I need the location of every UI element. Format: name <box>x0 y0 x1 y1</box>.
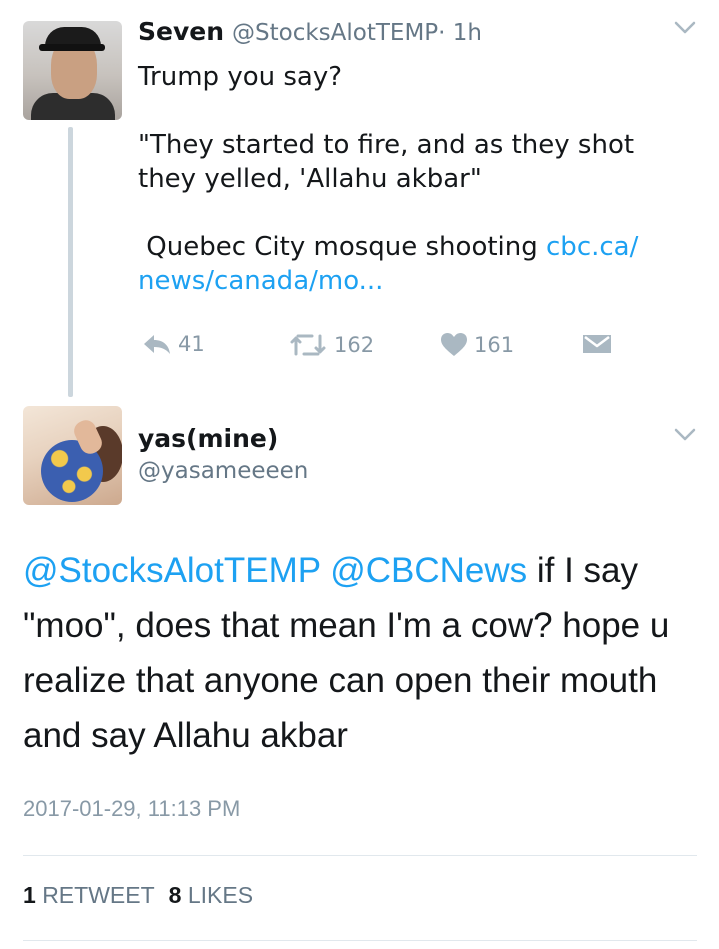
retweet-button[interactable]: 162 <box>288 332 374 358</box>
tweet1-actions: 41 162 161 <box>138 332 658 364</box>
reply-button[interactable]: 41 <box>142 332 205 356</box>
tweet1-menu-chevron-down-icon[interactable] <box>674 20 696 39</box>
mention-cbcnews[interactable]: @CBCNews <box>330 551 527 590</box>
retweet-count: 162 <box>334 333 375 357</box>
avatar-seven[interactable] <box>23 21 122 120</box>
tweet1-time: · 1h <box>438 20 483 46</box>
heart-icon <box>440 332 468 358</box>
tweet2-author-handle[interactable]: @yasameeeen <box>138 458 308 484</box>
tweet1-line3-text: Quebec City mosque shooting <box>138 232 547 262</box>
retweet-label: RETWEET <box>42 882 155 908</box>
reply-icon <box>142 332 172 356</box>
direct-message-button[interactable] <box>582 332 612 356</box>
tweet2-author-name[interactable]: yas(mine) <box>138 424 278 453</box>
avatar-yasmine[interactable] <box>23 406 122 505</box>
tweet1-author-handle[interactable]: @StocksAlotTEMP <box>232 20 438 46</box>
envelope-icon <box>582 332 612 356</box>
reply-count: 41 <box>178 332 205 356</box>
like-count: 161 <box>474 333 515 357</box>
tweet1-line1: Trump you say? <box>138 62 343 92</box>
tweet2-timestamp: 2017-01-29, 11:13 PM <box>23 796 241 821</box>
divider <box>23 940 697 941</box>
likes-stat[interactable]: 8 LIKES <box>169 882 253 908</box>
tweet1-text: Trump you say? "They started to fire, an… <box>138 60 698 298</box>
retweets-stat[interactable]: 1 RETWEET <box>23 882 155 908</box>
mention-stocksalottemp[interactable]: @StocksAlotTEMP <box>23 551 320 590</box>
divider <box>23 855 697 856</box>
tweet1-author-name[interactable]: Seven <box>138 17 224 46</box>
retweet-icon <box>288 332 328 358</box>
tweet1-header: Seven @StocksAlotTEMP· 1h <box>138 17 482 46</box>
tweet1-quote: "They started to fire, and as they shot … <box>138 130 635 194</box>
like-label: LIKES <box>187 882 254 908</box>
tweet2-stats: 1 RETWEET 8 LIKES <box>23 882 253 909</box>
retweet-total: 1 <box>23 882 36 908</box>
like-total: 8 <box>168 882 182 908</box>
thread-connector <box>68 127 73 397</box>
tweet1-line3: Quebec City mosque shooting cbc.ca/ news… <box>138 230 698 298</box>
like-button[interactable]: 161 <box>440 332 514 358</box>
tweet2-menu-chevron-down-icon[interactable] <box>674 427 696 446</box>
tweet2-text: @StocksAlotTEMP @CBCNews if I say "moo",… <box>23 543 703 763</box>
